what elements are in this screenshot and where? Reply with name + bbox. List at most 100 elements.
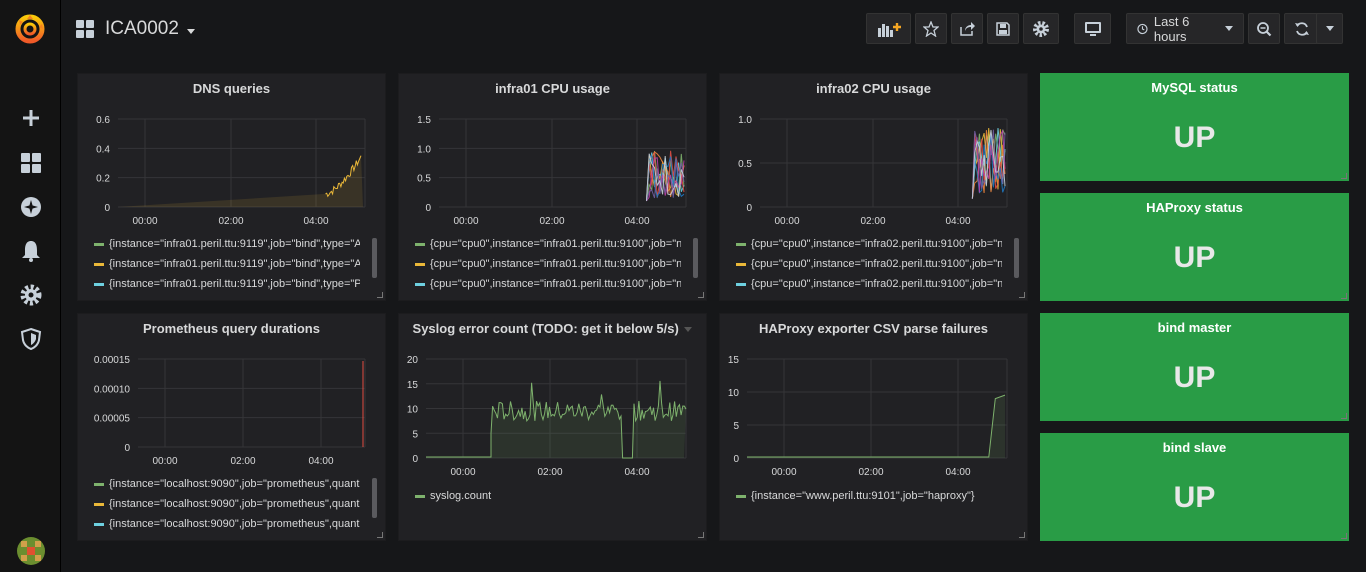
legend-label[interactable]: {cpu="cpu0",instance="infra02.peril.ttu:… [751, 278, 1002, 290]
legend-swatch[interactable] [415, 494, 425, 498]
refresh-interval-button[interactable] [1316, 13, 1343, 44]
y-tick-label: 5 [412, 429, 418, 440]
legend-swatch[interactable] [94, 262, 104, 266]
plus-icon[interactable] [18, 105, 44, 131]
panel-title[interactable]: bind slave [1040, 440, 1349, 455]
y-tick-label: 0.5 [738, 159, 752, 170]
legend-swatch[interactable] [736, 494, 746, 498]
legend-label[interactable]: {instance="localhost:9090",job="promethe… [109, 518, 360, 530]
legend-item[interactable]: {cpu="cpu0",instance="infra02.peril.ttu:… [736, 276, 1002, 292]
legend-swatch[interactable] [94, 482, 104, 486]
save-button[interactable] [987, 13, 1019, 44]
legend-swatch[interactable] [415, 282, 425, 286]
dashboard-picker[interactable]: ICA0002 [75, 15, 195, 43]
legend-label[interactable]: {instance="infra01.peril.ttu:9119",job="… [109, 238, 360, 250]
star-button[interactable] [915, 13, 947, 44]
panel-haproxy-parse-failures[interactable]: HAProxy exporter CSV parse failures 15 10… [719, 313, 1028, 541]
legend-label[interactable]: {cpu="cpu0",instance="infra02.peril.ttu:… [751, 238, 1002, 250]
time-range-picker[interactable]: Last 6 hours [1126, 13, 1244, 44]
legend-scrollbar[interactable] [372, 238, 377, 278]
resize-handle[interactable] [1019, 292, 1025, 298]
tv-mode-button[interactable] [1074, 13, 1111, 44]
legend-label[interactable]: {instance="infra01.peril.ttu:9119",job="… [109, 258, 360, 270]
x-tick-label: 00:00 [152, 456, 177, 467]
compass-icon[interactable] [18, 194, 44, 220]
graph-legend: syslog.count [415, 488, 695, 508]
legend-label[interactable]: {instance="www.peril.ttu:9101",job="hapr… [751, 490, 975, 502]
y-tick-label: 0.00005 [94, 414, 131, 425]
stat-value: UP [1173, 481, 1216, 514]
gear-icon[interactable] [18, 282, 44, 308]
panel-title[interactable]: HAProxy status [1040, 200, 1349, 215]
refresh-button[interactable] [1284, 13, 1320, 44]
y-tick-label: 5 [733, 421, 739, 432]
legend-item[interactable]: {instance="infra01.peril.ttu:9119",job="… [94, 276, 360, 292]
legend-swatch[interactable] [736, 262, 746, 266]
panel-title[interactable]: bind master [1040, 320, 1349, 335]
legend-scrollbar[interactable] [693, 238, 698, 278]
panel-haproxy-status[interactable]: HAProxy status UP [1040, 193, 1349, 301]
bell-icon[interactable] [18, 238, 44, 264]
panel-syslog-errors[interactable]: Syslog error count (TODO: get it below 5… [398, 313, 707, 541]
shield-icon[interactable] [18, 326, 44, 352]
panel-bind-master[interactable]: bind master UP [1040, 313, 1349, 421]
legend-item[interactable]: {instance="localhost:9090",job="promethe… [94, 496, 360, 512]
settings-button[interactable] [1023, 13, 1059, 44]
legend-item[interactable]: {cpu="cpu0",instance="infra02.peril.ttu:… [736, 236, 1002, 252]
legend-label[interactable]: {instance="localhost:9090",job="promethe… [109, 498, 360, 510]
legend-swatch[interactable] [415, 242, 425, 246]
resize-handle[interactable] [698, 532, 704, 538]
resize-handle[interactable] [1019, 532, 1025, 538]
legend-swatch[interactable] [94, 242, 104, 246]
legend-swatch[interactable] [94, 282, 104, 286]
legend-item[interactable]: {cpu="cpu0",instance="infra01.peril.ttu:… [415, 236, 681, 252]
resize-handle[interactable] [377, 292, 383, 298]
zoom-out-button[interactable] [1248, 13, 1280, 44]
legend-item[interactable]: syslog.count [415, 488, 491, 504]
panel-title[interactable]: MySQL status [1040, 80, 1349, 95]
legend-label[interactable]: {cpu="cpu0",instance="infra01.peril.ttu:… [430, 258, 681, 270]
resize-handle[interactable] [1341, 293, 1347, 299]
share-button[interactable] [951, 13, 983, 44]
series-area [118, 155, 363, 207]
resize-handle[interactable] [698, 292, 704, 298]
legend-item[interactable]: {instance="infra01.peril.ttu:9119",job="… [94, 256, 360, 272]
legend-item[interactable]: {instance="localhost:9090",job="promethe… [94, 476, 360, 492]
legend-scrollbar[interactable] [372, 478, 377, 518]
avatar[interactable] [17, 537, 45, 565]
legend-item[interactable]: {cpu="cpu0",instance="infra01.peril.ttu:… [415, 256, 681, 272]
legend-item[interactable]: {instance="infra01.peril.ttu:9119",job="… [94, 236, 360, 252]
legend-label[interactable]: {cpu="cpu0",instance="infra01.peril.ttu:… [430, 238, 681, 250]
grafana-logo-icon[interactable] [13, 12, 47, 46]
legend-scrollbar[interactable] [1014, 238, 1019, 278]
panel-mysql-status[interactable]: MySQL status UP [1040, 73, 1349, 181]
resize-handle[interactable] [1341, 533, 1347, 539]
add-panel-button[interactable] [866, 13, 911, 44]
panel-infra01-cpu[interactable]: infra01 CPU usage 1.5 1.0 0.5 0 00:00 02:00 04… [398, 73, 707, 301]
resize-handle[interactable] [377, 532, 383, 538]
panel-infra02-cpu[interactable]: infra02 CPU usage 1.0 0.5 0 00:00 02:00 04:00… [719, 73, 1028, 301]
legend-swatch[interactable] [94, 502, 104, 506]
legend-label[interactable]: {instance="infra01.peril.ttu:9119",job="… [109, 278, 360, 290]
stat-value: UP [1173, 361, 1216, 394]
legend-swatch[interactable] [94, 522, 104, 526]
panel-dns-queries[interactable]: DNS queries 0.6 0.4 0.2 0 00:00 02:00 04:00 {in… [77, 73, 386, 301]
legend-label[interactable]: {instance="localhost:9090",job="promethe… [109, 478, 360, 490]
resize-handle[interactable] [1341, 413, 1347, 419]
resize-handle[interactable] [1341, 173, 1347, 179]
panel-bind-slave[interactable]: bind slave UP [1040, 433, 1349, 541]
legend-item[interactable]: {instance="www.peril.ttu:9101",job="hapr… [736, 488, 975, 504]
dashboards-grid-icon[interactable] [18, 150, 44, 176]
legend-item[interactable]: {cpu="cpu0",instance="infra02.peril.ttu:… [736, 256, 1002, 272]
legend-item[interactable]: {cpu="cpu0",instance="infra01.peril.ttu:… [415, 276, 681, 292]
legend-swatch[interactable] [736, 242, 746, 246]
x-tick-label: 04:00 [945, 216, 970, 227]
legend-label[interactable]: {cpu="cpu0",instance="infra01.peril.ttu:… [430, 278, 681, 290]
legend-item[interactable]: {instance="localhost:9090",job="promethe… [94, 516, 360, 532]
legend-swatch[interactable] [415, 262, 425, 266]
legend-swatch[interactable] [736, 282, 746, 286]
legend-label[interactable]: syslog.count [430, 490, 491, 502]
legend-label[interactable]: {cpu="cpu0",instance="infra02.peril.ttu:… [751, 258, 1002, 270]
panel-prometheus-durations[interactable]: Prometheus query durations 0.00015 0.0001… [77, 313, 386, 541]
x-tick-label: 00:00 [453, 216, 478, 227]
